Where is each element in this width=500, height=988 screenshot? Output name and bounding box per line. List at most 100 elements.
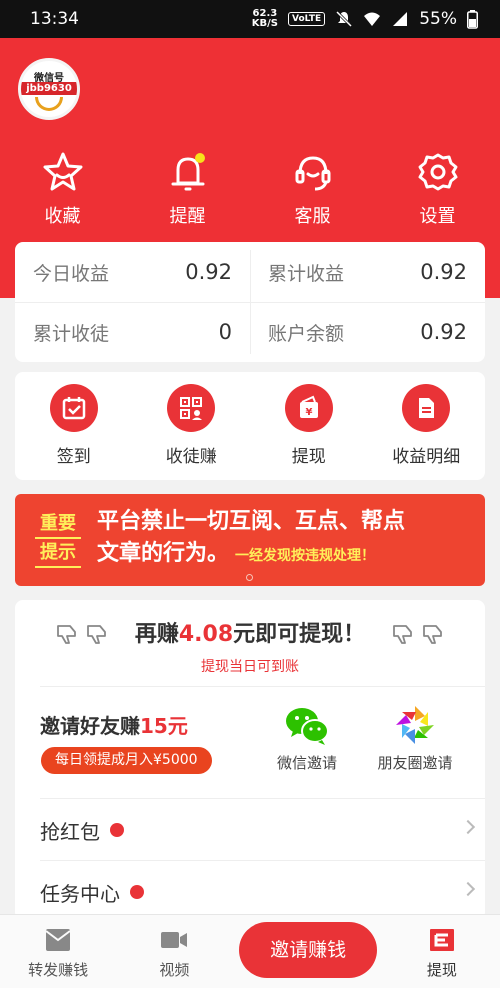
thumbs-down-icon	[423, 625, 442, 644]
wechat-invite-label: 微信邀请	[276, 754, 337, 772]
bell-icon	[171, 153, 205, 191]
notice-text: 平台禁止一切互阅、互点、帮点 文章的行为。 一经发现按违规处理！	[97, 506, 475, 572]
stat-balance[interactable]: 账户余额 0.92	[250, 302, 485, 362]
bottom-nav-video[interactable]: 视频	[116, 915, 232, 988]
invite-commission-badge: 每日领提成月入¥5000	[41, 747, 212, 774]
nav-favorites[interactable]: 收藏	[0, 150, 125, 228]
notice-tag-line1: 重要	[35, 510, 81, 539]
earn-amount: 4.08	[178, 622, 234, 647]
divider	[15, 302, 485, 303]
stat-today-label: 今日收益	[33, 262, 110, 285]
chevron-right-icon	[460, 819, 476, 835]
battery-icon	[467, 9, 478, 29]
bottom-nav-video-label: 视频	[159, 961, 190, 979]
divider	[40, 798, 485, 799]
avatar[interactable]: 微信号 jbb9630	[18, 58, 80, 120]
stat-today-value: 0.92	[185, 260, 232, 284]
earnings-stats-card: 今日收益 0.92 累计收益 0.92 累计收徒 0 账户余额 0.92	[15, 242, 485, 362]
quick-actions-card: 签到 收徒赚 ¥ 提现 收益明细	[15, 372, 485, 480]
stat-apprentices[interactable]: 累计收徒 0	[15, 302, 250, 362]
notification-dot	[110, 823, 124, 837]
earn-suffix: 元即可提现！	[233, 622, 366, 647]
stat-total-label: 累计收益	[268, 262, 345, 285]
recruit-button[interactable]: 收徒赚	[133, 372, 251, 480]
earn-subtitle: 提现当日可到账	[201, 659, 299, 675]
recruit-label: 收徒赚	[165, 447, 217, 467]
invite-title: 邀请好友赚15元	[40, 710, 188, 739]
earn-prefix: 再赚	[134, 622, 179, 647]
document-icon	[419, 398, 435, 418]
wallet-icon: ¥	[299, 395, 318, 418]
volte-badge: VoLTE	[288, 12, 326, 26]
bottom-nav-share-earn[interactable]: 转发赚钱	[0, 915, 116, 988]
signal-icon	[393, 12, 408, 26]
gear-icon	[418, 153, 457, 191]
bottom-nav: 转发赚钱 视频 邀请赚钱 提现	[0, 914, 500, 988]
bottom-nav-share-earn-label: 转发赚钱	[28, 961, 89, 979]
stat-apprentices-label: 累计收徒	[33, 322, 110, 345]
stat-today-earnings[interactable]: 今日收益 0.92	[15, 242, 250, 302]
notice-text-line2: 文章的行为。 一经发现按违规处理！	[97, 538, 475, 572]
withdraw-button[interactable]: ¥ 提现	[250, 372, 368, 480]
nav-customer-service-label: 客服	[294, 206, 331, 227]
red-packet-label: 抢红包	[40, 819, 100, 844]
nav-reminders[interactable]: 提醒	[125, 150, 250, 228]
bottom-nav-withdraw[interactable]: 提现	[384, 915, 500, 988]
bottom-nav-invite-earn[interactable]: 邀请赚钱	[233, 915, 384, 988]
earnings-detail-icon-circle	[402, 384, 451, 432]
withdraw-icon-circle: ¥	[284, 384, 333, 432]
moments-invite-label: 朋友圈邀请	[377, 754, 453, 772]
earnings-detail-button[interactable]: 收益明细	[368, 372, 486, 480]
battery-percent: 55%	[419, 9, 457, 29]
notice-tag: 重要 提示	[35, 510, 85, 568]
task-center-row[interactable]: 任务中心	[40, 862, 485, 920]
thumbs-down-icon	[393, 625, 412, 644]
stat-balance-value: 0.92	[420, 320, 467, 344]
nav-reminders-label: 提醒	[169, 206, 206, 227]
avatar-hands-graphic	[35, 97, 63, 111]
notice-text-line1: 平台禁止一切互阅、互点、帮点	[97, 509, 406, 534]
net-speed-indicator: 62.3 KB/S	[252, 9, 278, 29]
notice-tag-line2: 提示	[35, 539, 81, 568]
avatar-text-id: jbb9630	[21, 82, 77, 95]
tasks-card: 再赚4.08元即可提现！ 提现当日可到账 邀请好友赚15元 每日领提成月入¥50…	[15, 600, 485, 920]
svg-text:¥: ¥	[305, 407, 312, 418]
earnings-detail-label: 收益明细	[392, 447, 461, 467]
important-notice-banner: 重要 提示 平台禁止一切互阅、互点、帮点 文章的行为。 一经发现按违规处理！	[15, 494, 485, 586]
invite-title-amount: 15元	[140, 714, 188, 738]
nav-settings[interactable]: 设置	[375, 150, 500, 228]
wechat-icon	[286, 708, 329, 745]
status-time: 13:34	[30, 9, 79, 29]
stat-balance-label: 账户余额	[268, 322, 345, 345]
recruit-icon-circle	[167, 384, 216, 432]
notice-warning: 一经发现按违规处理！	[235, 548, 376, 564]
mute-icon	[336, 10, 353, 28]
red-packet-row[interactable]: 抢红包	[40, 800, 485, 860]
divider	[40, 860, 485, 861]
nav-favorites-label: 收藏	[44, 206, 81, 227]
thumbs-right	[391, 622, 445, 646]
status-icons: 62.3 KB/S VoLTE 55%	[252, 9, 478, 29]
stat-total-earnings[interactable]: 累计收益 0.92	[250, 242, 485, 302]
invite-title-prefix: 邀请好友赚	[40, 714, 140, 738]
net-speed-unit: KB/S	[251, 18, 278, 29]
invite-earn-button[interactable]: 邀请赚钱	[239, 921, 378, 978]
notification-dot	[130, 885, 144, 899]
video-camera-icon	[161, 932, 188, 948]
nav-customer-service[interactable]: 客服	[250, 150, 375, 228]
nav-settings-label: 设置	[419, 206, 456, 227]
wifi-icon	[364, 12, 381, 26]
qr-code-icon	[180, 397, 203, 420]
notice-text-line2-main: 文章的行为。	[97, 541, 230, 566]
moments-camera-icon	[396, 706, 434, 744]
moments-invite-button[interactable]: 朋友圈邀请	[365, 704, 465, 773]
stat-apprentices-value: 0	[218, 320, 232, 344]
star-icon	[43, 152, 82, 191]
checkin-label: 签到	[56, 447, 91, 467]
withdraw-tab-icon	[429, 929, 454, 951]
checkin-button[interactable]: 签到	[15, 372, 133, 480]
wechat-invite-button[interactable]: 微信邀请	[257, 704, 357, 773]
stat-total-value: 0.92	[420, 260, 467, 284]
calendar-check-icon	[62, 397, 85, 420]
divider	[40, 686, 485, 687]
